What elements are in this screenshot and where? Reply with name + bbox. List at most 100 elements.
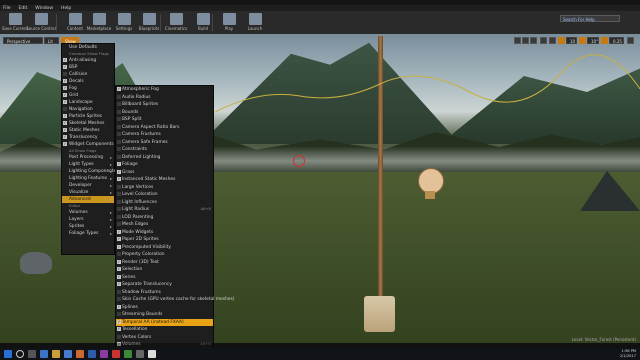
checkbox-icon[interactable]: ✓ [117,327,121,331]
checkbox-icon[interactable] [117,289,121,294]
launch-button[interactable]: Launch [242,12,268,33]
checkbox-icon[interactable]: ✓ [63,93,67,97]
checkbox-icon[interactable]: ✓ [117,274,121,279]
help-search-input[interactable]: Search For Help [560,15,620,22]
advanced-flag-vertex-colors[interactable]: Vertex Colors [116,334,213,342]
advanced-flag-skin-cache-gpu-vertex-cache-for-skeletal-meshes[interactable]: Skin Cache (GPU vertex cache for skeleta… [116,296,235,304]
rotation-snap-value[interactable]: 10° [587,37,599,44]
show-flag-bsp[interactable]: ✓ BSP [62,64,114,71]
advanced-flag-level-coloration[interactable]: Level Coloration [116,191,213,199]
show-flag-lighting-features[interactable]: Lighting Features ▸ [62,175,114,182]
checkbox-icon[interactable] [117,312,121,316]
advanced-flag-constraints[interactable]: Constraints [116,146,213,154]
blueprints-button[interactable]: Blueprints [136,12,162,33]
checkbox-icon[interactable] [117,207,121,211]
scale-snap-value[interactable]: 0.25 [609,37,624,44]
advanced-flag-deferred-lighting[interactable]: Deferred Lighting [116,154,213,162]
rotate-icon[interactable] [522,37,529,44]
checkbox-icon[interactable] [117,132,121,136]
show-flag-post-processing[interactable]: Post Processing ▸ [62,154,114,161]
show-flag-decals[interactable]: ✓ Decals [62,78,114,85]
checkbox-icon[interactable] [63,107,67,111]
checkbox-icon[interactable] [117,192,121,196]
task-view-icon[interactable] [28,350,36,358]
advanced-flag-billboard-sprites[interactable]: Billboard Sprites [116,101,213,109]
checkbox-icon[interactable]: ✓ [117,169,121,174]
checkbox-icon[interactable] [117,117,121,121]
checkbox-icon[interactable] [117,214,121,219]
checkbox-icon[interactable] [117,334,121,339]
show-flag-volumes[interactable]: Volumes ▸ [62,209,114,216]
show-flag-translucency[interactable]: ✓ Translucency [62,134,114,141]
menu-file[interactable]: File [3,6,11,11]
advanced-flag-render-3d-text[interactable]: ✓ Render (3D) Text [116,259,213,267]
checkbox-icon[interactable] [117,94,121,99]
show-flag-light-types[interactable]: Light Types ▸ [62,161,114,168]
checkbox-icon[interactable]: ✓ [117,237,121,241]
checkbox-icon[interactable]: ✓ [117,267,121,271]
advanced-flag-splines[interactable]: ✓ Splines [116,304,213,312]
advanced-flag-camera-frustums[interactable]: Camera Frustums [116,131,213,139]
show-flag-skeletal-meshes[interactable]: ✓ Skeletal Meshes [62,120,114,127]
show-flag-use-defaults[interactable]: Use Defaults [62,44,114,51]
checkbox-icon[interactable]: ✓ [63,58,67,62]
checkbox-icon[interactable] [117,147,121,151]
advanced-flag-precomputed-visibility[interactable]: ✓ Precomputed Visibility [116,244,213,252]
photoshop-icon[interactable] [88,350,96,358]
advanced-flag-tessellation[interactable]: ✓ Tessellation [116,326,213,334]
settings-icon[interactable] [136,350,144,358]
rotation-snap-icon[interactable] [579,37,586,44]
world-local-icon[interactable] [540,37,547,44]
checkbox-icon[interactable] [117,102,121,106]
advanced-flag-light-influences[interactable]: Light Influences [116,199,213,207]
checkbox-icon[interactable]: ✓ [117,229,121,234]
advanced-flag-instanced-static-meshes[interactable]: ✓ Instanced Static Meshes [116,176,213,184]
checkbox-icon[interactable]: ✓ [63,142,67,146]
surface-snap-icon[interactable] [549,37,556,44]
checkbox-icon[interactable] [117,109,121,114]
grid-snap-value[interactable]: 10 [566,37,577,44]
scale-icon[interactable] [530,37,537,44]
source-control-button[interactable]: Source Control [26,12,56,33]
advanced-flag-separate-translucency[interactable]: ✓ Separate Translucency [116,281,213,289]
checkbox-icon[interactable]: ✓ [63,86,67,90]
advanced-flag-camera-safe-frames[interactable]: Camera Safe Frames [116,139,213,147]
show-flag-lighting-components[interactable]: Lighting Components ▸ [62,168,116,175]
maximize-viewport-icon[interactable] [627,37,634,44]
advanced-flag-mesh-edges[interactable]: Mesh Edges [116,221,213,229]
checkbox-icon[interactable]: ✓ [117,319,121,324]
show-flag-collision[interactable]: Collision [62,71,114,78]
show-flag-foliage-types[interactable]: Foliage Types ▸ [62,230,114,237]
store-icon[interactable] [64,350,72,358]
show-flag-advanced[interactable]: Advanced ▸ [62,196,114,203]
advanced-flag-foliage[interactable]: ✓ Foliage [116,161,213,169]
advanced-flag-atmospheric-fog[interactable]: ✓ Atmospheric Fog [116,86,213,94]
cinematics-button[interactable]: Cinematics [163,12,189,33]
checkbox-icon[interactable]: ✓ [63,121,67,125]
show-flag-anti-aliasing[interactable]: ✓ Anti-aliasing [62,57,114,64]
advanced-flag-lod-parenting[interactable]: LOD Parenting [116,214,213,222]
checkbox-icon[interactable]: ✓ [117,244,121,249]
scale-snap-icon[interactable] [601,37,608,44]
show-flag-navigation[interactable]: Navigation [62,106,114,113]
checkbox-icon[interactable] [117,124,121,129]
edge-icon[interactable] [40,350,48,358]
advanced-flag-temporal-aa-instead-fxaa[interactable]: ✓ Temporal AA (instead FXAA) [116,318,213,326]
advanced-flag-shadow-frustums[interactable]: Shadow Frustums [116,289,213,297]
checkbox-icon[interactable] [117,154,121,159]
checkbox-icon[interactable] [117,199,121,204]
checkbox-icon[interactable]: ✓ [63,100,67,104]
lit-button[interactable]: Lit [44,37,59,44]
advanced-flag-series[interactable]: ✓ Series [116,274,213,282]
menu-edit[interactable]: Edit [19,6,28,11]
advanced-flag-bsp-split[interactable]: BSP Split [116,116,213,124]
play-button[interactable]: Play [216,12,242,33]
show-flag-layers[interactable]: Layers ▸ [62,216,114,223]
checkbox-icon[interactable]: ✓ [63,65,67,69]
show-flag-developer[interactable]: Developer ▸ [62,182,114,189]
checkbox-icon[interactable]: ✓ [63,135,67,139]
chrome-icon[interactable] [76,350,84,358]
advanced-flag-light-radius[interactable]: Light Radius Alt+R [116,206,213,214]
checkbox-icon[interactable]: ✓ [117,87,121,91]
grid-snap-icon[interactable] [558,37,565,44]
